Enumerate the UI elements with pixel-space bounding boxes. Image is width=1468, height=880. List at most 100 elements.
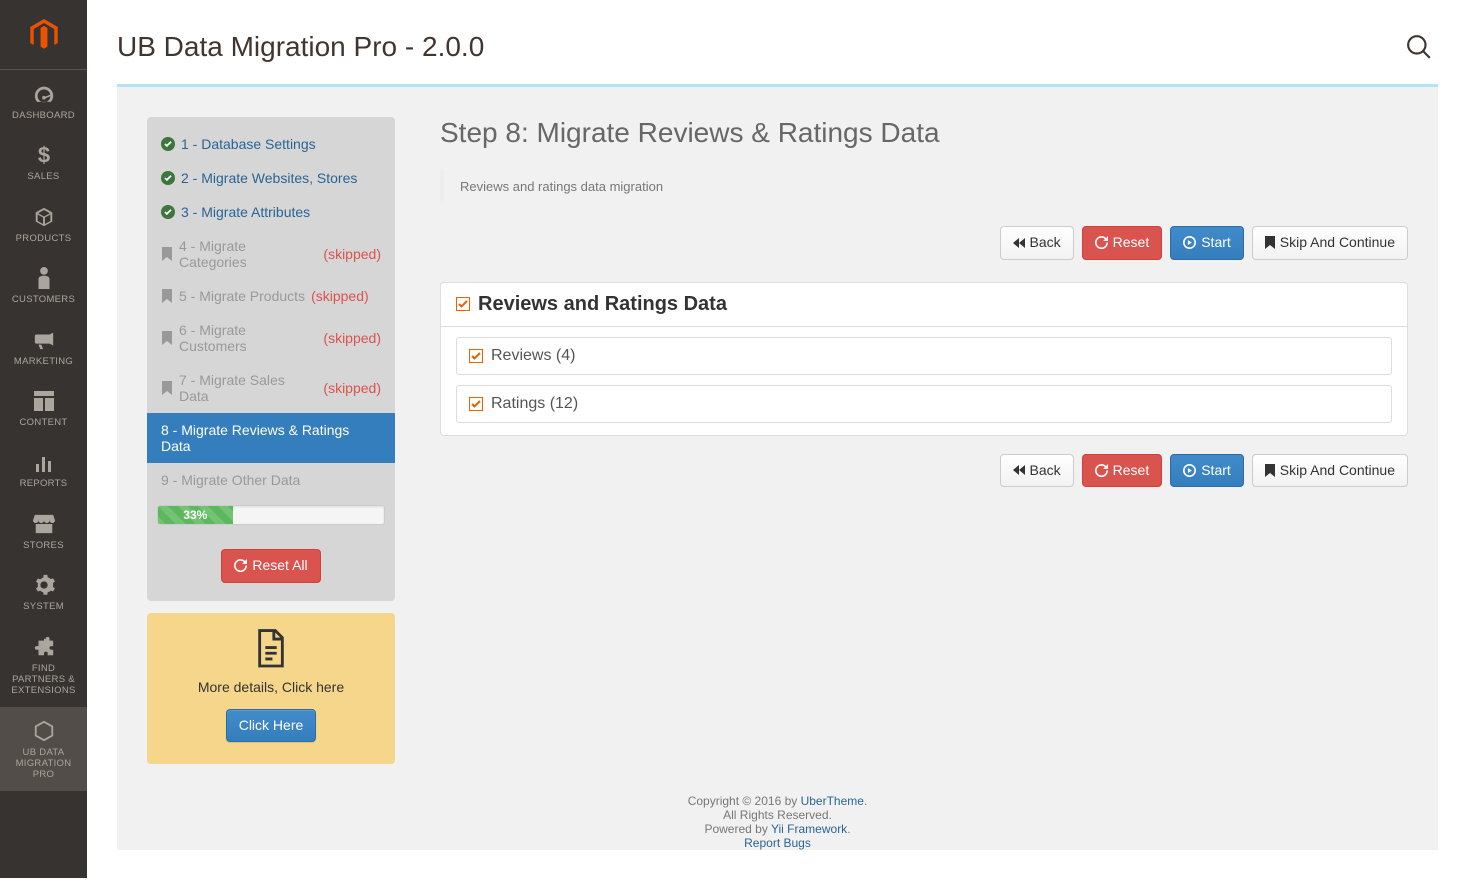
footer-text: All Rights Reserved. [117,808,1438,822]
step-label: 8 - Migrate Reviews & Ratings Data [161,422,381,454]
nav-label: CUSTOMERS [12,294,75,305]
button-label: Start [1201,233,1231,253]
step-1[interactable]: 1 - Database Settings [147,127,395,161]
play-circle-icon [1183,236,1196,249]
step-4[interactable]: 4 - Migrate Categories (skipped) [147,229,395,279]
start-button[interactable]: Start [1170,226,1244,260]
nav-label: UB DATA MIGRATION PRO [16,747,72,781]
step-7[interactable]: 7 - Migrate Sales Data (skipped) [147,363,395,413]
progress-bar-fill: 33% [158,506,233,524]
nav-label: DASHBOARD [12,110,75,121]
svg-text:$: $ [37,144,49,166]
button-label: Reset All [252,556,307,576]
skipped-tag: (skipped) [323,380,381,396]
nav-customers[interactable]: CUSTOMERS [0,254,87,315]
skip-button[interactable]: Skip And Continue [1252,454,1408,488]
nav-label: CONTENT [19,417,67,428]
footer-link-bugs[interactable]: Report Bugs [744,836,811,850]
nav-label: FIND PARTNERS & EXTENSIONS [11,663,75,697]
button-label: Skip And Continue [1280,233,1395,253]
content-wrapper: 1 - Database Settings 2 - Migrate Websit… [117,84,1438,850]
gauge-icon [32,82,56,106]
click-here-button[interactable]: Click Here [226,709,317,743]
main-area: UB Data Migration Pro - 2.0.0 1 - Databa… [87,0,1468,880]
step-9[interactable]: 9 - Migrate Other Data [147,463,395,497]
search-button[interactable] [1400,28,1438,66]
nav-products[interactable]: PRODUCTS [0,193,87,254]
bookmark-icon [1265,464,1275,477]
page-title: UB Data Migration Pro - 2.0.0 [117,31,484,63]
search-icon [1406,34,1432,60]
person-icon [32,266,56,290]
button-label: Back [1030,233,1061,253]
progress-bar: 33% [157,505,385,525]
nav-reports[interactable]: REPORTS [0,438,87,499]
data-panel: Reviews and Ratings Data Reviews (4) Rat… [440,282,1408,436]
checkbox-checked-icon [469,349,483,363]
nav-label: SALES [27,171,59,182]
step-label: 5 - Migrate Products [179,288,305,304]
skipped-tag: (skipped) [323,246,381,262]
skipped-tag: (skipped) [311,288,369,304]
rewind-icon [1013,238,1025,248]
step-3[interactable]: 3 - Migrate Attributes [147,195,395,229]
button-label: Start [1201,461,1231,481]
check-circle-icon [161,171,175,185]
data-row-ratings[interactable]: Ratings (12) [456,385,1392,423]
check-circle-icon [161,137,175,151]
storefront-icon [32,512,56,536]
dollar-icon: $ [32,143,56,167]
admin-sidebar: DASHBOARD $ SALES PRODUCTS CUSTOMERS MAR… [0,0,87,878]
nav-stores[interactable]: STORES [0,500,87,561]
nav-ub-migration[interactable]: UB DATA MIGRATION PRO [0,707,87,791]
magento-logo[interactable] [0,0,87,70]
nav-marketing[interactable]: MARKETING [0,316,87,377]
step-heading: Step 8: Migrate Reviews & Ratings Data [440,117,1408,149]
data-row-label: Reviews (4) [491,347,575,365]
back-button[interactable]: Back [1000,454,1074,488]
data-row-reviews[interactable]: Reviews (4) [456,337,1392,375]
play-circle-icon [1183,464,1196,477]
footer: Copyright © 2016 by UberTheme. All Right… [117,784,1438,850]
bookmark-icon [161,247,173,261]
megaphone-icon [32,328,56,352]
cube-icon [32,205,56,229]
start-button[interactable]: Start [1170,454,1244,488]
nav-system[interactable]: SYSTEM [0,561,87,622]
step-5[interactable]: 5 - Migrate Products (skipped) [147,279,395,313]
skipped-tag: (skipped) [323,330,381,346]
refresh-icon [234,559,247,572]
hexagon-icon [32,719,56,743]
bookmark-icon [161,331,173,345]
skip-button[interactable]: Skip And Continue [1252,226,1408,260]
reset-button[interactable]: Reset [1082,454,1163,488]
nav-find-partners[interactable]: FIND PARTNERS & EXTENSIONS [0,623,87,707]
nav-label: REPORTS [20,478,68,489]
details-card: More details, Click here Click Here [147,613,395,765]
button-label: Back [1030,461,1061,481]
nav-sales[interactable]: $ SALES [0,131,87,192]
refresh-icon [1095,464,1108,477]
notice-box: Reviews and ratings data migration [440,169,1408,204]
back-button[interactable]: Back [1000,226,1074,260]
step-list: 1 - Database Settings 2 - Migrate Websit… [147,117,395,601]
nav-dashboard[interactable]: DASHBOARD [0,70,87,131]
step-8[interactable]: 8 - Migrate Reviews & Ratings Data [147,413,395,463]
nav-content[interactable]: CONTENT [0,377,87,438]
footer-text: Copyright © 2016 by [688,794,801,808]
reset-button[interactable]: Reset [1082,226,1163,260]
step-label: 6 - Migrate Customers [179,322,317,354]
gear-icon [32,573,56,597]
check-circle-icon [161,205,175,219]
reset-all-button[interactable]: Reset All [221,549,320,583]
step-label: 9 - Migrate Other Data [161,472,300,488]
bookmark-icon [1265,236,1275,249]
step-2[interactable]: 2 - Migrate Websites, Stores [147,161,395,195]
document-icon [254,629,288,669]
data-panel-header[interactable]: Reviews and Ratings Data [441,283,1407,327]
main-panel: Step 8: Migrate Reviews & Ratings Data R… [440,117,1408,764]
footer-link-ubertheme[interactable]: UberTheme [801,794,864,808]
footer-link-yii[interactable]: Yii Framework [771,822,847,836]
step-label: 2 - Migrate Websites, Stores [181,170,357,186]
step-6[interactable]: 6 - Migrate Customers (skipped) [147,313,395,363]
